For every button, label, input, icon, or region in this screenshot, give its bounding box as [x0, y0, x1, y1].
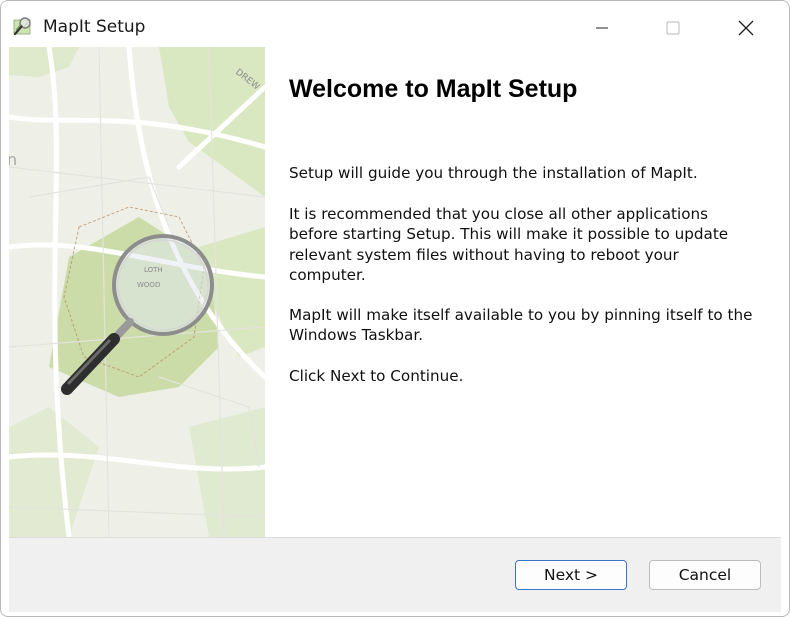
recommendation-paragraph: It is recommended that you close all oth… — [289, 205, 729, 284]
mapit-app-icon — [13, 17, 31, 36]
side-banner-image: DREW n LOTH WOOD — [9, 47, 265, 537]
next-button[interactable]: Next > — [515, 560, 627, 590]
intro-paragraph: Setup will guide you through the install… — [289, 164, 698, 182]
maximize-icon — [666, 21, 680, 35]
minimize-button[interactable] — [573, 9, 631, 47]
svg-text:WOOD: WOOD — [137, 281, 160, 289]
svg-text:LOTH: LOTH — [144, 266, 163, 274]
taskbar-paragraph: MapIt will make itself available to you … — [289, 306, 753, 345]
svg-text:n: n — [9, 150, 17, 169]
close-button[interactable] — [717, 9, 775, 47]
close-icon — [738, 20, 754, 36]
cancel-button[interactable]: Cancel — [649, 560, 761, 590]
title-bar[interactable]: MapIt Setup — [1, 1, 789, 47]
minimize-icon — [596, 27, 608, 29]
continue-paragraph: Click Next to Continue. — [289, 367, 464, 385]
setup-window: MapIt Setup DREW LOTH WOOD Welcome to Ma… — [0, 0, 790, 617]
welcome-content: Welcome to MapIt Setup Setup will guide … — [265, 47, 781, 537]
window-title: MapIt Setup — [43, 17, 146, 37]
maximize-button[interactable] — [644, 9, 702, 47]
welcome-heading: Welcome to MapIt Setup — [289, 75, 578, 103]
map-illustration: DREW n LOTH WOOD — [9, 47, 265, 537]
button-bar: Next > Cancel — [9, 537, 781, 612]
